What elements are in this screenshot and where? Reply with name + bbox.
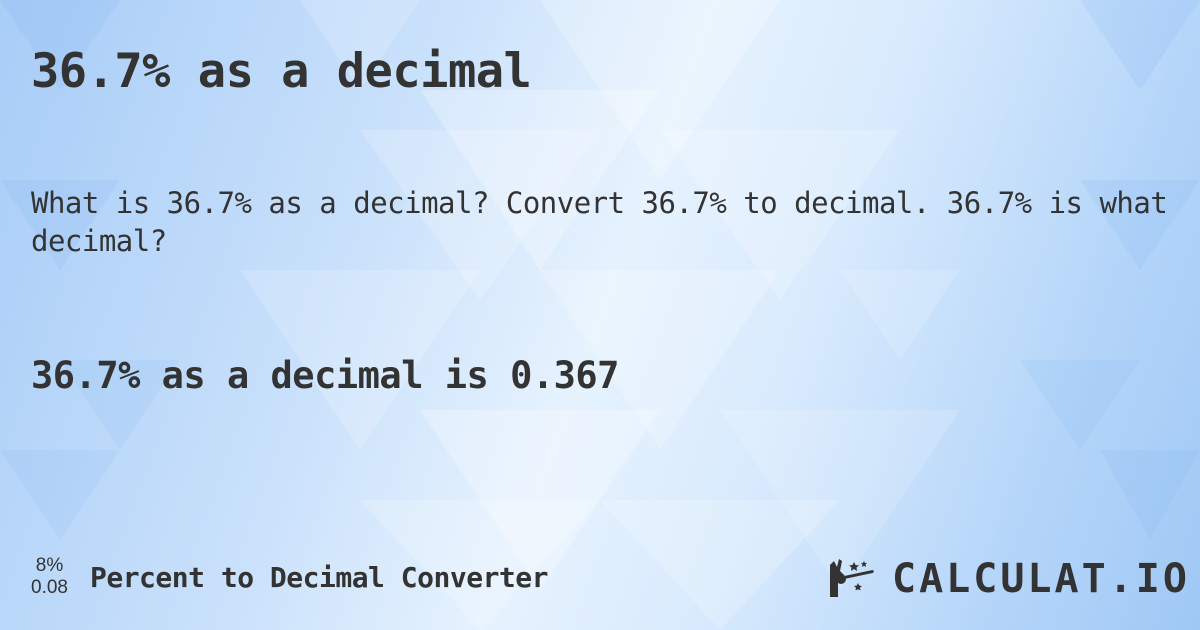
percent-decimal-icon: 8% 0.08 (31, 555, 68, 599)
converter-title: Percent to Decimal Converter (89, 560, 549, 594)
icon-percent-value: 8% (35, 555, 64, 576)
icon-decimal-value: 0.08 (31, 577, 68, 598)
magic-hand-wand-icon (830, 559, 874, 597)
answer-text: 36.7% as a decimal is 0.367 (31, 354, 619, 397)
question-text: What is 36.7% as a decimal? Convert 36.7… (31, 186, 1168, 258)
logo-text: CALCULAT.IO (892, 556, 1190, 602)
converter-link[interactable]: 8% 0.08 Percent to Decimal Converter (31, 555, 549, 599)
calculat-logo[interactable]: CALCULAT.IO (828, 556, 1190, 602)
page-title: 36.7% as a decimal (31, 44, 532, 99)
